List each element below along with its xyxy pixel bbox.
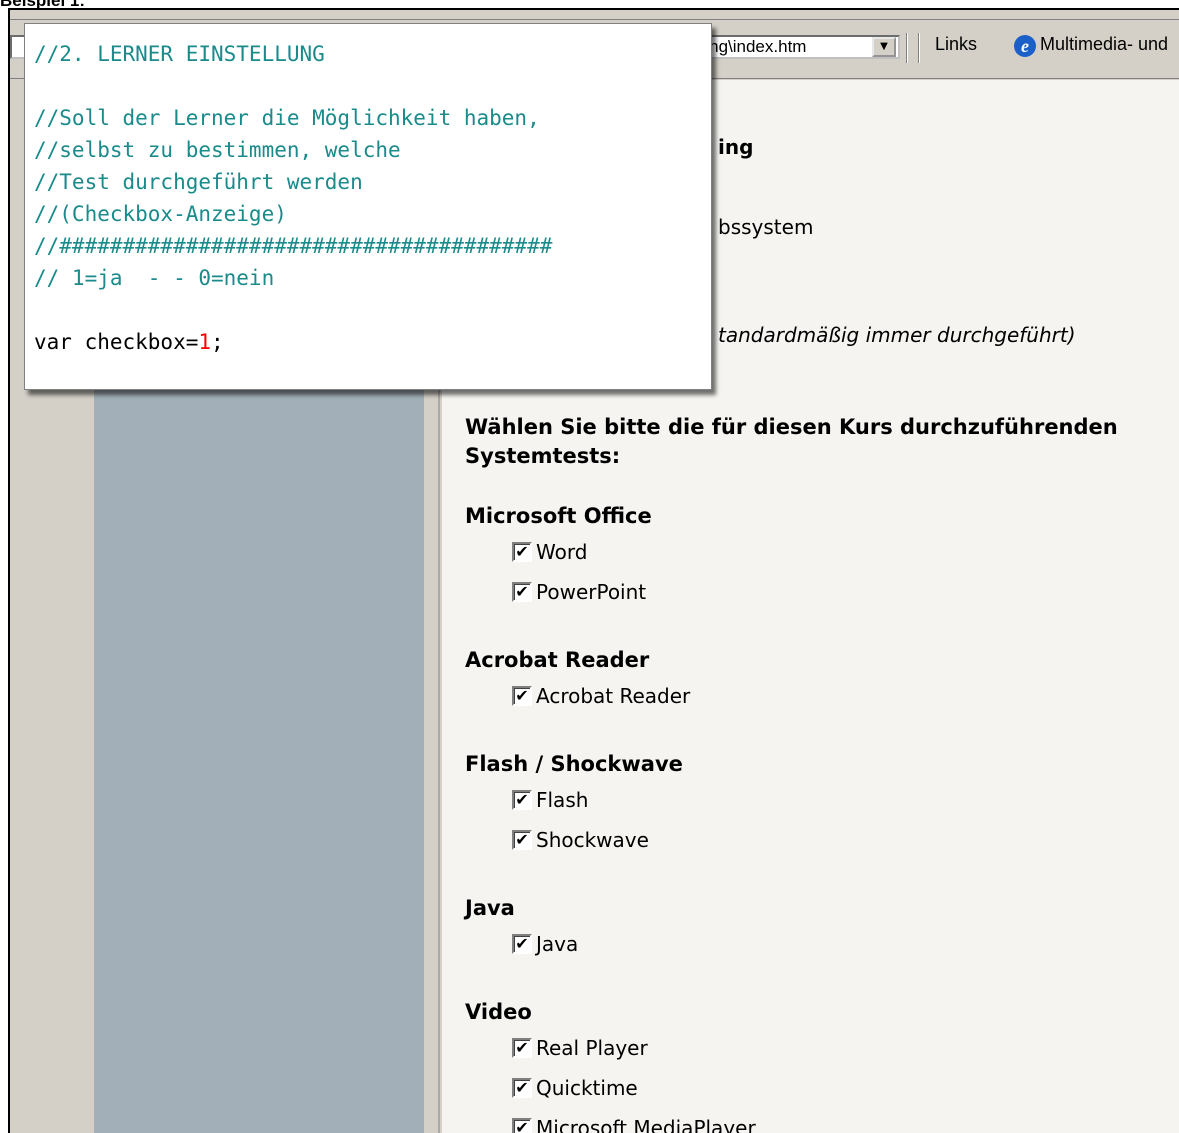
checkbox-word[interactable]: ✔ (512, 542, 532, 562)
checkbox-powerpoint[interactable]: ✔ (512, 582, 532, 602)
code-var-end: ; (211, 330, 224, 354)
code-comment-line: //######################################… (34, 234, 553, 258)
toolbar-separator (918, 33, 920, 63)
checkbox-acrobat-reader[interactable]: ✔ (512, 686, 532, 706)
checkbox-label[interactable]: Word (536, 540, 587, 564)
checkbox-row-shockwave[interactable]: ✔ Shockwave (512, 828, 649, 852)
checkbox-label[interactable]: Real Player (536, 1036, 648, 1060)
code-comment-line: //(Checkbox-Anzeige) (34, 202, 287, 226)
checkbox-label[interactable]: Microsoft MediaPlayer (536, 1116, 756, 1133)
group-title-java: Java (465, 896, 515, 920)
checkbox-row-java[interactable]: ✔ Java (512, 932, 578, 956)
address-dropdown-button[interactable]: ▼ (872, 37, 896, 57)
internet-explorer-icon: e (1014, 35, 1036, 57)
checkbox-microsoft-mediaplayer[interactable]: ✔ (512, 1118, 532, 1133)
checkbox-row-acrobat-reader[interactable]: ✔ Acrobat Reader (512, 684, 690, 708)
checkbox-label[interactable]: Acrobat Reader (536, 684, 690, 708)
code-comment-line: //Test durchgeführt werden (34, 170, 363, 194)
checkbox-label[interactable]: PowerPoint (536, 580, 646, 604)
links-label[interactable]: Links (935, 34, 977, 55)
checkbox-row-word[interactable]: ✔ Word (512, 540, 587, 564)
question-line: Systemtests: (465, 444, 621, 468)
checkbox-row-quicktime[interactable]: ✔ Quicktime (512, 1076, 638, 1100)
group-title-acrobat-reader: Acrobat Reader (465, 648, 650, 672)
code-var-keyword: var checkbox= (34, 330, 199, 354)
code-comment-line: // 1=ja - - 0=nein (34, 266, 275, 290)
checkbox-java[interactable]: ✔ (512, 934, 532, 954)
checkbox-flash[interactable]: ✔ (512, 790, 532, 810)
checkbox-row-microsoft-mediaplayer[interactable]: ✔ Microsoft MediaPlayer (512, 1116, 756, 1133)
question-text: Wählen Sie bitte die für diesen Kurs dur… (465, 413, 1179, 471)
checkbox-row-real-player[interactable]: ✔ Real Player (512, 1036, 648, 1060)
question-line: Wählen Sie bitte die für diesen Kurs dur… (465, 415, 1118, 439)
code-var-line: var checkbox=1; (34, 326, 224, 358)
checkbox-label[interactable]: Java (536, 932, 578, 956)
toolbar-separator (906, 33, 908, 63)
checkbox-real-player[interactable]: ✔ (512, 1038, 532, 1058)
checkbox-quicktime[interactable]: ✔ (512, 1078, 532, 1098)
group-title-microsoft-office: Microsoft Office (465, 504, 652, 528)
code-var-value: 1 (198, 330, 212, 354)
section-heading-fragment: ing (718, 135, 754, 159)
checkbox-shockwave[interactable]: ✔ (512, 830, 532, 850)
chevron-down-icon: ▼ (880, 41, 888, 52)
os-text-fragment: bssystem (718, 215, 814, 239)
checkbox-label[interactable]: Shockwave (536, 828, 649, 852)
group-title-video: Video (465, 1000, 532, 1024)
code-snippet-popup: //2. LERNER EINSTELLUNG //Soll der Lerne… (24, 23, 712, 390)
group-title-flash-shockwave: Flash / Shockwave (465, 752, 683, 776)
standard-note-fragment: tandardmäßig immer durchgeführt) (718, 323, 1076, 347)
checkbox-label[interactable]: Quicktime (536, 1076, 638, 1100)
code-comment-line: //Soll der Lerner die Möglichkeit haben, (34, 106, 540, 130)
code-comment-line: //selbst zu bestimmen, welche (34, 138, 401, 162)
checkbox-row-flash[interactable]: ✔ Flash (512, 788, 588, 812)
links-item-multimedia[interactable]: Multimedia- und (1040, 34, 1168, 55)
code-comment-line: //2. LERNER EINSTELLUNG (34, 42, 325, 66)
checkbox-row-powerpoint[interactable]: ✔ PowerPoint (512, 580, 646, 604)
menu-bar (10, 10, 1179, 20)
checkbox-label[interactable]: Flash (536, 788, 588, 812)
